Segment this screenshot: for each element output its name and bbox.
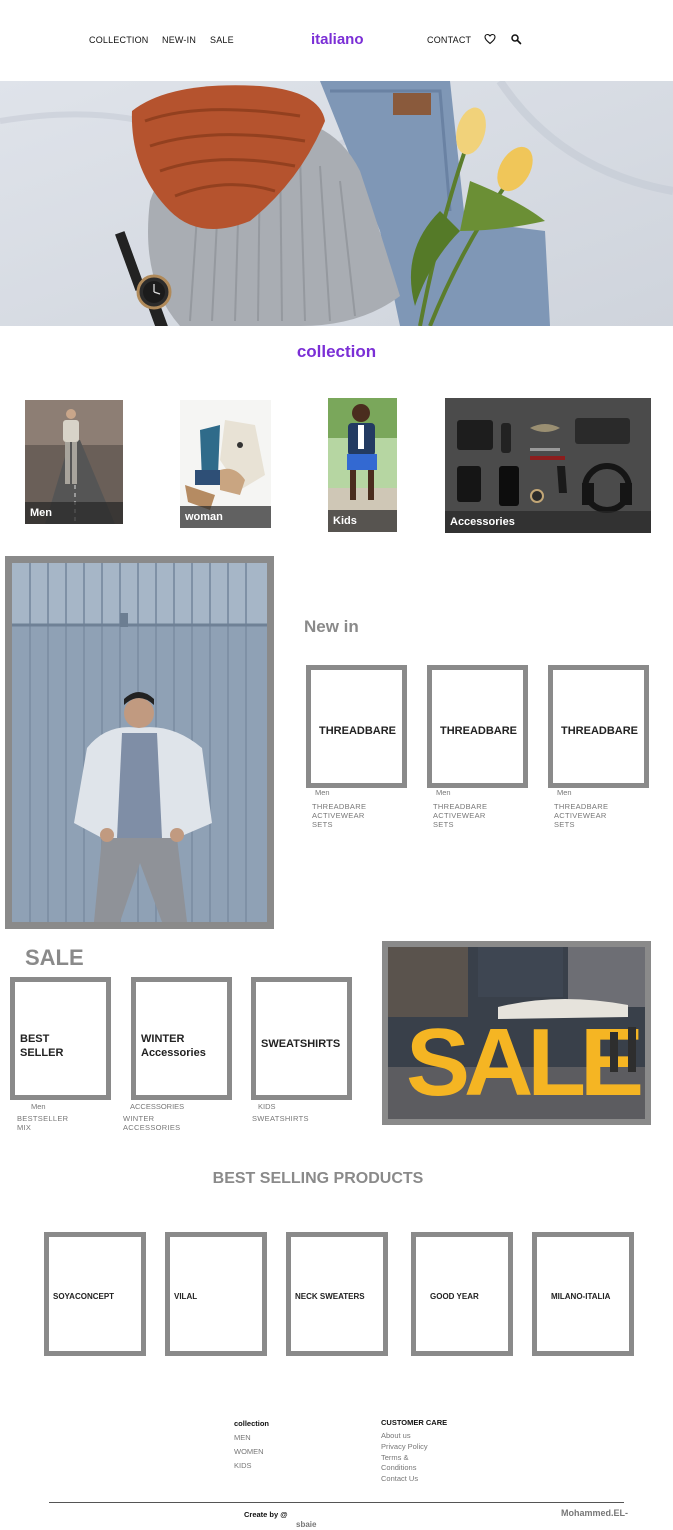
footer-link-terms[interactable]: Terms & xyxy=(381,1453,409,1463)
desc-line: WINTER xyxy=(123,1114,155,1123)
sale-banner-image: SALE xyxy=(388,947,647,1119)
collection-title: collection xyxy=(296,342,377,361)
name-line: BEST xyxy=(20,1033,50,1045)
desc-line: THREADBARE xyxy=(312,802,367,811)
desc-line: MIX xyxy=(17,1123,32,1132)
footer-link-conditions[interactable]: Conditions xyxy=(381,1463,416,1473)
best-selling-card[interactable]: SOYACONCEPT xyxy=(44,1232,146,1356)
footer-link-contact[interactable]: Contact Us xyxy=(381,1474,418,1484)
new-in-feature-frame xyxy=(5,556,274,929)
nav-new-in-link[interactable]: NEW-IN xyxy=(162,35,196,45)
footer-credit-handle: sbaie xyxy=(296,1520,317,1529)
desc-line: ACCESSORIES xyxy=(123,1123,181,1132)
product-desc: THREADBARE ACTIVEWEAR SETS xyxy=(554,802,608,829)
product-category: Men xyxy=(315,788,330,797)
sale-card-name: WINTER Accessories xyxy=(141,1032,206,1060)
desc-line: ACTIVEWEAR xyxy=(554,811,607,820)
sale-card-category: Men xyxy=(31,1102,46,1111)
nav-sale-link[interactable]: SALE xyxy=(210,35,234,45)
desc-line: SWEATSHIRTS xyxy=(252,1114,309,1123)
sale-title: SALE xyxy=(25,945,84,970)
sale-card-category: ACCESSORIES xyxy=(130,1102,185,1111)
sale-card[interactable]: SWEATSHIRTS xyxy=(251,977,352,1100)
product-name: NECK SWEATERS xyxy=(295,1292,365,1301)
sale-card-name: SWEATSHIRTS xyxy=(261,1037,340,1051)
footer-author: Mohammed.EL- xyxy=(561,1508,629,1518)
product-category: Men xyxy=(436,788,451,797)
sale-card[interactable]: BEST SELLER xyxy=(10,977,111,1100)
sale-card-name: BEST SELLER xyxy=(20,1032,63,1060)
best-selling-card[interactable]: MILANO-ITALIA xyxy=(532,1232,634,1356)
collection-label: Accessories xyxy=(445,511,651,533)
nav-collection-link[interactable]: COLLECTION xyxy=(89,35,149,45)
sale-banner-frame[interactable]: SALE xyxy=(382,941,651,1125)
new-in-feature-image xyxy=(12,563,267,922)
footer-divider xyxy=(49,1502,624,1503)
desc-line: SETS xyxy=(433,820,454,829)
footer-care-title: CUSTOMER CARE xyxy=(381,1418,448,1427)
sale-card[interactable]: WINTER Accessories xyxy=(131,977,232,1100)
desc-line: THREADBARE xyxy=(554,802,609,811)
collection-label: Men xyxy=(25,502,123,524)
footer-link-men[interactable]: MEN xyxy=(234,1433,251,1443)
best-selling-card[interactable]: NECK SWEATERS xyxy=(286,1232,388,1356)
product-name: THREADBARE xyxy=(561,725,638,737)
new-in-card[interactable]: THREADBARE xyxy=(427,665,528,788)
desc-line: SETS xyxy=(312,820,333,829)
product-desc: THREADBARE ACTIVEWEAR SETS xyxy=(312,802,366,829)
collection-card-men[interactable]: Men xyxy=(25,400,123,524)
sale-card-desc: SWEATSHIRTS xyxy=(252,1114,309,1123)
desc-line: ACTIVEWEAR xyxy=(433,811,486,820)
product-name: THREADBARE xyxy=(319,725,396,737)
name-line: Accessories xyxy=(141,1047,206,1059)
footer-link-women[interactable]: WOMEN xyxy=(234,1447,264,1457)
desc-line: BESTSELLER xyxy=(17,1114,69,1123)
search-icon[interactable] xyxy=(510,33,522,45)
product-name: GOOD YEAR xyxy=(430,1292,479,1301)
footer-link-about[interactable]: About us xyxy=(381,1431,411,1441)
best-selling-title: BEST SELLING PRODUCTS xyxy=(212,1170,424,1187)
collection-card-kids[interactable]: Kids xyxy=(328,398,397,532)
desc-line: THREADBARE xyxy=(433,802,488,811)
brand-logo[interactable]: italiano xyxy=(311,31,364,48)
sale-card-desc: BESTSELLER MIX xyxy=(17,1114,68,1132)
collection-label: Kids xyxy=(328,510,397,532)
nav-contact-link[interactable]: CONTACT xyxy=(427,35,471,45)
sale-card-category: KIDS xyxy=(258,1102,276,1111)
footer-credit: Create by @ xyxy=(244,1510,288,1519)
product-category: Men xyxy=(557,788,572,797)
name-line: SELLER xyxy=(20,1047,64,1059)
name-line: WINTER xyxy=(141,1033,185,1045)
desc-line: SETS xyxy=(554,820,575,829)
footer-link-privacy[interactable]: Privacy Policy xyxy=(381,1442,428,1452)
heart-icon[interactable] xyxy=(484,33,496,45)
best-selling-card[interactable]: GOOD YEAR xyxy=(411,1232,513,1356)
product-name: MILANO-ITALIA xyxy=(551,1292,611,1301)
footer-link-kids[interactable]: KIDS xyxy=(234,1461,252,1471)
product-name: SOYACONCEPT xyxy=(53,1292,115,1301)
collection-label: woman xyxy=(180,506,271,528)
product-desc: THREADBARE ACTIVEWEAR SETS xyxy=(433,802,487,829)
collection-card-woman[interactable]: woman xyxy=(180,400,271,528)
product-name: THREADBARE xyxy=(440,725,517,737)
sale-card-desc: WINTER ACCESSORIES xyxy=(123,1114,180,1132)
new-in-card[interactable]: THREADBARE xyxy=(548,665,649,788)
desc-line: ACTIVEWEAR xyxy=(312,811,365,820)
product-name: VILAL xyxy=(174,1292,198,1301)
best-selling-card[interactable]: VILAL xyxy=(165,1232,267,1356)
hero-banner xyxy=(0,81,673,326)
footer-collection-title: collection xyxy=(234,1419,270,1428)
sale-banner-text: SALE xyxy=(406,1009,641,1116)
name-line: SWEATSHIRTS xyxy=(261,1038,341,1050)
new-in-title: New in xyxy=(304,617,359,636)
hero-image xyxy=(0,81,673,326)
collection-card-accessories[interactable]: Accessories xyxy=(445,398,651,533)
new-in-card[interactable]: THREADBARE xyxy=(306,665,407,788)
